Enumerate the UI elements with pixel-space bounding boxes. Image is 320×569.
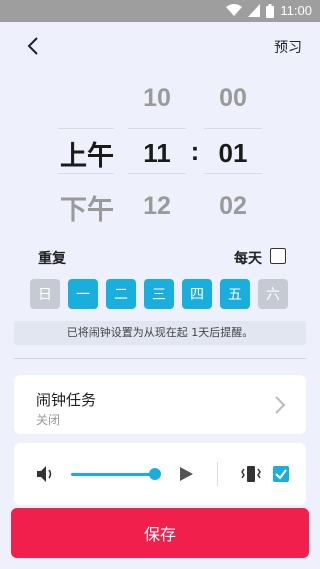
- alarm-task-card[interactable]: 闹钟任务 关闭: [14, 375, 306, 434]
- save-button[interactable]: 保存: [11, 508, 309, 558]
- battery-icon: [266, 3, 275, 18]
- status-time: 11:00: [280, 3, 312, 18]
- top-bar: 预习: [0, 22, 320, 70]
- day-label: 日: [38, 287, 52, 303]
- volume-slider-track[interactable]: [71, 473, 156, 476]
- back-button[interactable]: [22, 34, 46, 58]
- day-label: 二: [114, 287, 128, 303]
- day-wed-button[interactable]: 三: [144, 279, 174, 309]
- picker-divider: [58, 173, 114, 174]
- checkmark-icon: [275, 469, 287, 480]
- weekday-selector: 日 一 二 三 四 五 六: [30, 279, 292, 309]
- picker-divider: [204, 128, 262, 129]
- hour-prev[interactable]: 10: [128, 84, 186, 113]
- volume-slider-knob[interactable]: [149, 468, 161, 480]
- picker-divider: [58, 128, 114, 129]
- day-label: 一: [76, 287, 90, 303]
- hour-next[interactable]: 12: [128, 192, 186, 221]
- signal-icon: [248, 4, 261, 17]
- minute-prev[interactable]: 00: [204, 84, 262, 113]
- day-tue-button[interactable]: 二: [106, 279, 136, 309]
- alarm-hint: 已将闹钟设置为从现在起 1天后提醒。: [14, 321, 306, 345]
- day-label: 六: [266, 287, 280, 303]
- preview-button[interactable]: 预习: [274, 37, 302, 57]
- minute-selected[interactable]: 01: [204, 138, 262, 169]
- picker-divider: [128, 173, 186, 174]
- vibrate-checkbox[interactable]: [273, 466, 289, 482]
- minute-next[interactable]: 02: [204, 192, 262, 221]
- status-icons: 11:00: [226, 3, 312, 18]
- chevron-right-icon: [275, 396, 286, 414]
- ampm-selected[interactable]: 上午: [54, 134, 120, 173]
- day-thu-button[interactable]: 四: [182, 279, 212, 309]
- status-bar: 11:00: [0, 0, 320, 22]
- day-label: 三: [152, 287, 166, 303]
- section-divider: [14, 358, 306, 359]
- alarm-task-status: 关闭: [36, 413, 61, 427]
- ampm-next[interactable]: 下午: [54, 188, 120, 227]
- time-separator: :: [190, 136, 200, 166]
- play-icon[interactable]: [180, 467, 193, 481]
- picker-divider: [128, 128, 186, 129]
- day-sun-button[interactable]: 日: [30, 279, 60, 309]
- hour-selected[interactable]: 11: [128, 138, 186, 169]
- day-fri-button[interactable]: 五: [220, 279, 250, 309]
- day-label: 四: [190, 287, 204, 303]
- day-label: 五: [228, 287, 242, 303]
- vibrate-icon: [241, 466, 261, 482]
- everyday-label[interactable]: 每天: [234, 248, 262, 268]
- day-sat-button[interactable]: 六: [258, 279, 288, 309]
- day-mon-button[interactable]: 一: [68, 279, 98, 309]
- sound-divider: [217, 462, 218, 486]
- volume-icon: [37, 466, 52, 482]
- wifi-icon: [226, 4, 243, 16]
- alarm-task-title: 闹钟任务: [36, 391, 97, 409]
- everyday-checkbox[interactable]: [270, 248, 286, 264]
- time-picker: 上午 下午 10 11 12 : 00 01 02: [0, 78, 320, 228]
- repeat-label: 重复: [38, 251, 66, 267]
- back-arrow-icon: [27, 37, 38, 55]
- picker-divider: [204, 173, 262, 174]
- sound-settings-card: [14, 443, 306, 505]
